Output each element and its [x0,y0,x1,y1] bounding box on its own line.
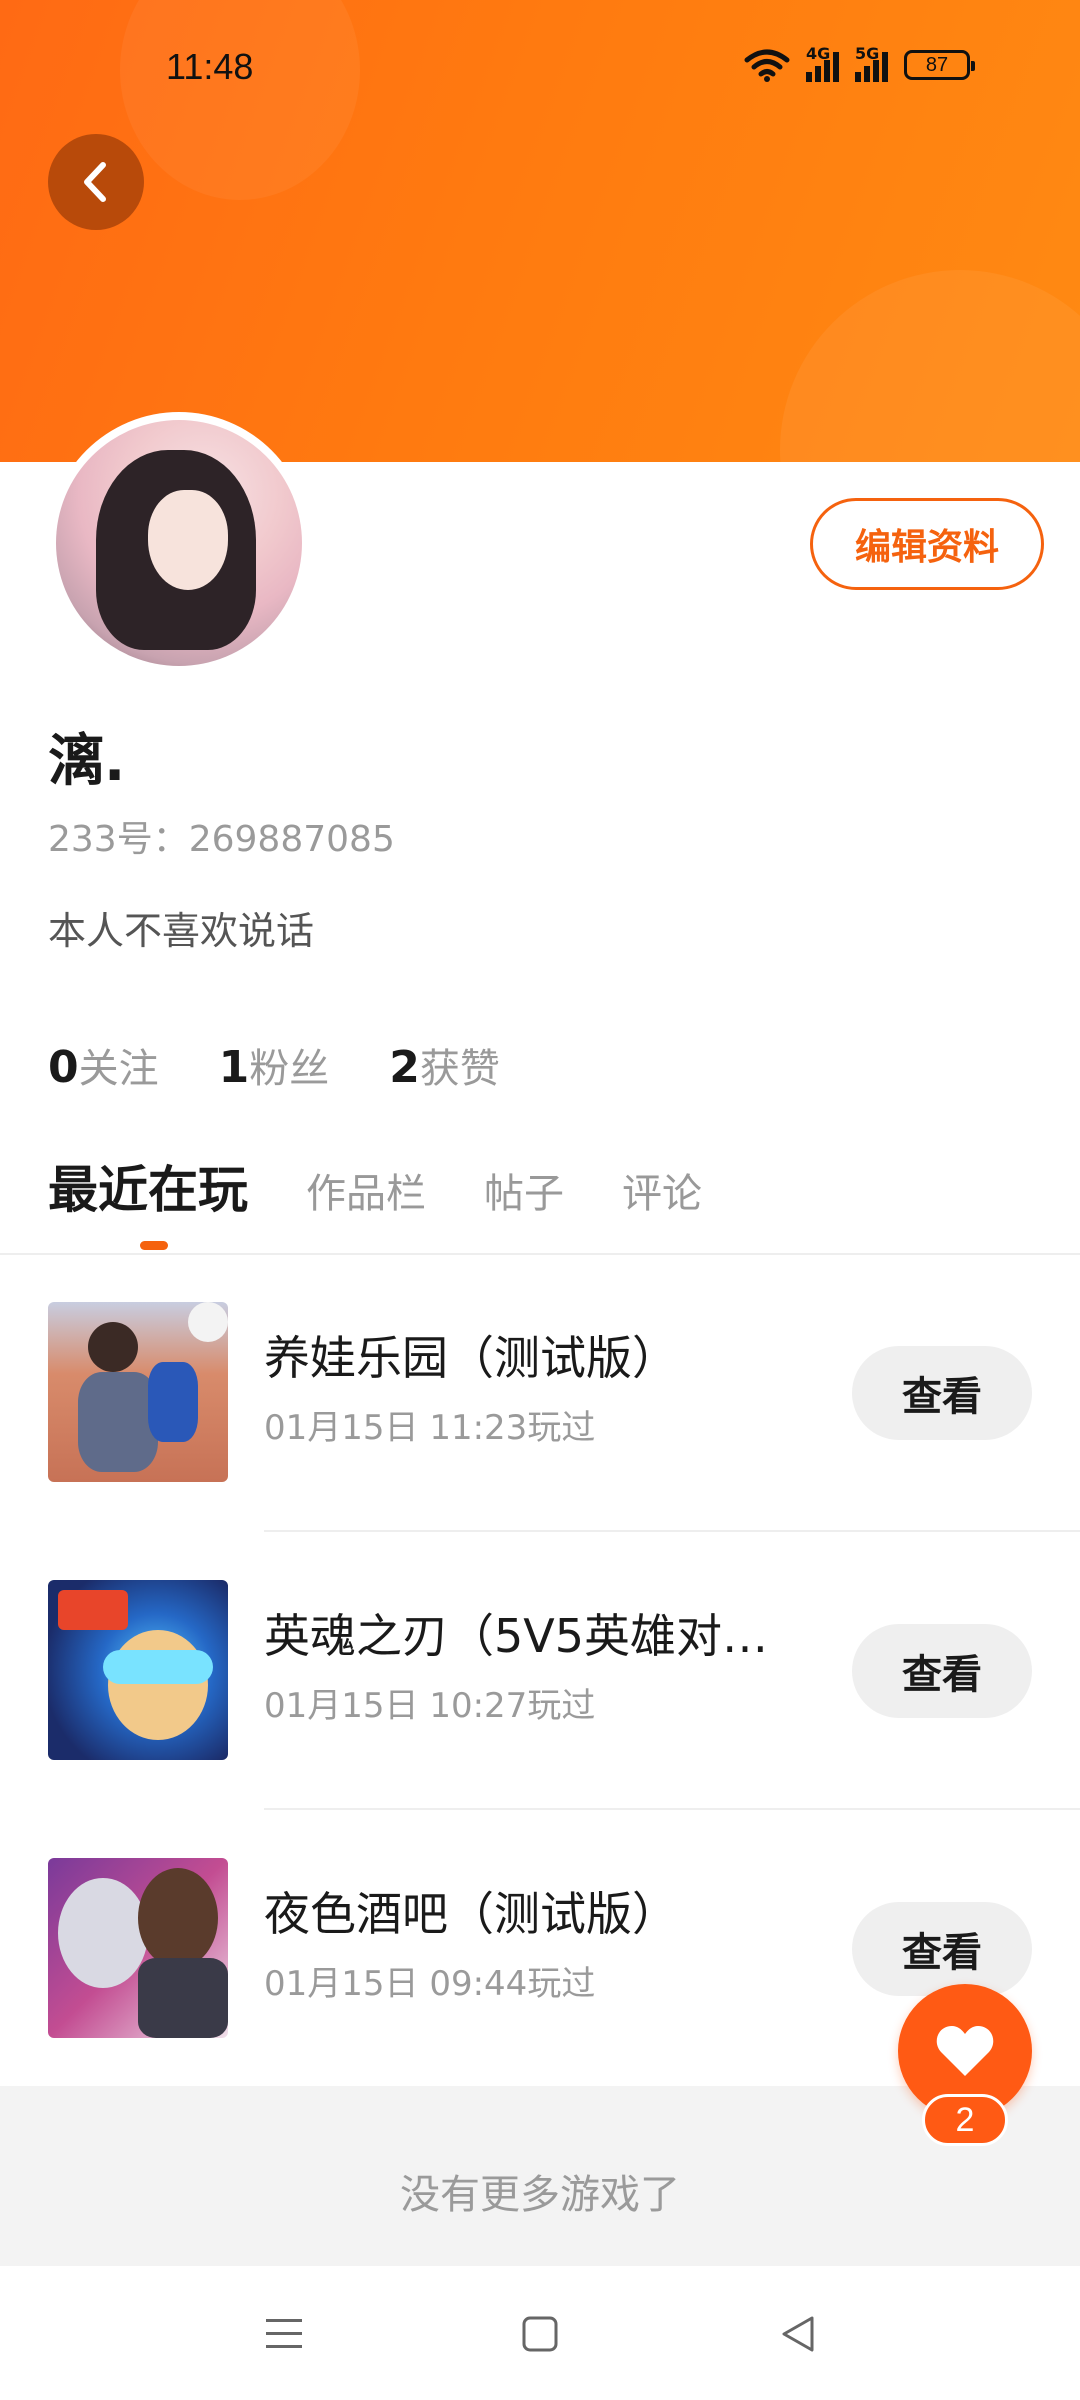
view-game-button[interactable]: 查看 [852,1346,1032,1440]
tab-active-indicator [140,1241,168,1250]
stat-following[interactable]: 0关注 [48,1036,159,1094]
view-game-button[interactable]: 查看 [852,1624,1032,1718]
stat-followers[interactable]: 1粉丝 [219,1036,330,1094]
battery-icon: 87 [904,50,975,80]
game-thumbnail [48,1580,228,1760]
game-thumbnail [48,1858,228,2038]
stat-likes[interactable]: 2获赞 [389,1036,500,1094]
profile-stats: 0关注 1粉丝 2获赞 [48,1036,500,1094]
game-played-time: 01月15日 10:27玩过 [264,1686,596,1726]
signal-5g-icon: 5G [855,44,888,82]
no-more-games-text: 没有更多游戏了 [400,2172,680,2218]
view-game-button[interactable]: 查看 [852,1902,1032,1996]
triangle-back-icon [782,2316,814,2352]
tab-posts[interactable]: 帖子 [484,1161,564,1219]
square-home-icon [522,2316,558,2352]
status-time: 11:48 [166,46,254,87]
user-id: 233号：269887085 [48,819,395,860]
profile-tabs: 最近在玩 作品栏 帖子 评论 [48,1150,702,1222]
game-title: 夜色酒吧（测试版） [264,1887,678,1941]
back-button[interactable] [48,134,144,230]
network-label-4g: 4G [806,44,831,63]
tab-comments[interactable]: 评论 [622,1161,702,1219]
wifi-icon [744,49,790,82]
avatar[interactable] [56,420,302,666]
network-label-5g: 5G [855,44,880,63]
game-played-time: 01月15日 09:44玩过 [264,1964,596,2004]
system-nav-bar [0,2266,1080,2400]
stat-likes-label: 获赞 [419,1046,500,1092]
game-played-time: 01月15日 11:23玩过 [264,1408,596,1448]
tab-recently-played[interactable]: 最近在玩 [48,1150,248,1222]
home-nav-button[interactable] [516,2310,564,2358]
user-bio: 本人不喜欢说话 [48,909,315,953]
heart-icon [936,2026,994,2076]
stat-followers-count: 1 [218,1042,250,1093]
game-list-item[interactable]: 养娃乐园（测试版） 01月15日 11:23玩过 查看 [0,1254,1080,1532]
menu-icon [266,2319,302,2348]
tab-works[interactable]: 作品栏 [306,1161,426,1219]
game-title: 英魂之刃（5V5英雄对战） [264,1609,784,1663]
game-thumbnail [48,1302,228,1482]
chevron-left-icon [84,162,106,202]
stat-following-count: 0 [48,1042,79,1093]
menu-nav-button[interactable] [260,2310,308,2358]
battery-level: 87 [925,53,949,76]
stat-followers-label: 粉丝 [249,1046,330,1092]
username: 漓. [48,729,126,794]
stat-likes-count: 2 [389,1042,420,1093]
edit-profile-button[interactable]: 编辑资料 [810,498,1044,590]
game-title: 养娃乐园（测试版） [264,1331,678,1385]
status-bar: 11:48 4G 5G 87 [0,0,1080,136]
like-count-badge: 2 [922,2094,1008,2146]
signal-4g-icon: 4G [806,44,839,82]
back-nav-button[interactable] [774,2310,822,2358]
game-list-item[interactable]: 英魂之刃（5V5英雄对战） 01月15日 10:27玩过 查看 [0,1532,1080,1810]
stat-following-label: 关注 [78,1046,159,1092]
status-icons: 4G 5G 87 [744,44,975,82]
